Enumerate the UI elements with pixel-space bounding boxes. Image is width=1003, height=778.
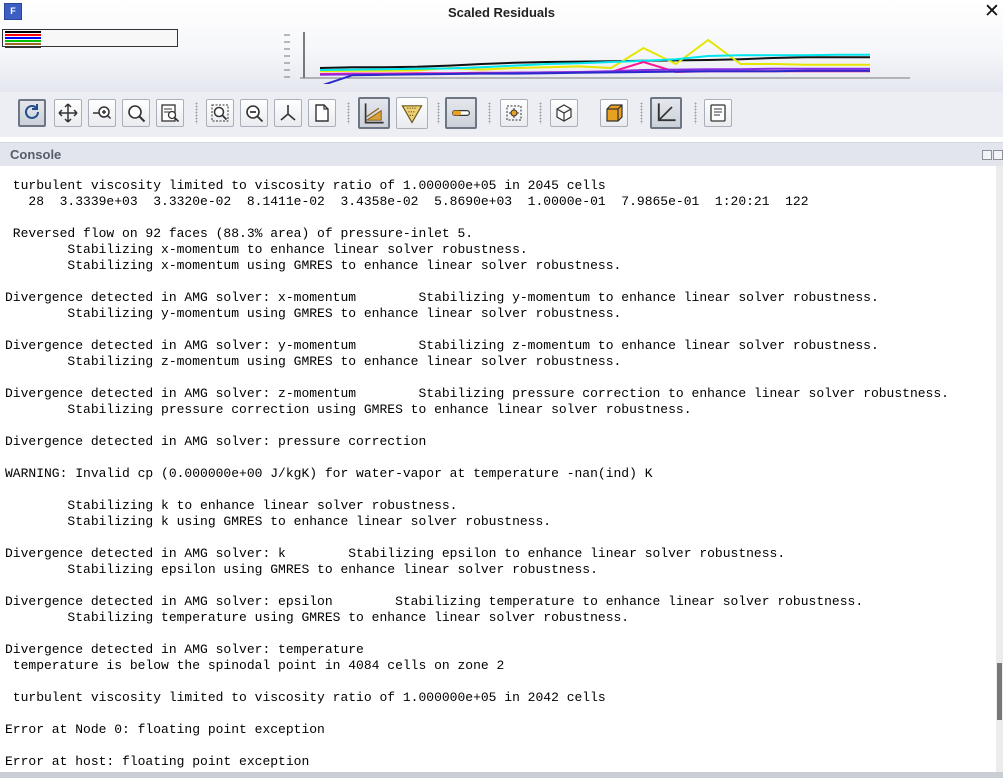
coordinate-axes-button[interactable]	[650, 97, 682, 129]
page-icon	[315, 104, 329, 122]
console-line: Divergence detected in AMG solver: tempe…	[5, 642, 364, 657]
restore-icon[interactable]	[982, 150, 992, 160]
zoom-fit-button[interactable]	[206, 99, 234, 127]
console-scrollbar[interactable]	[996, 166, 1003, 772]
zoom-in-out-icon	[93, 106, 112, 120]
console-line: Stabilizing x-momentum to enhance linear…	[5, 242, 528, 257]
zoom-icon	[128, 105, 146, 123]
residual-plot[interactable]	[280, 28, 920, 84]
graphics-toolbar	[0, 92, 1003, 137]
console-line: Stabilizing epsilon using GMRES to enhan…	[5, 562, 598, 577]
console-line: Divergence detected in AMG solver: epsil…	[5, 594, 864, 609]
console-line: Stabilizing pressure correction using GM…	[5, 402, 692, 417]
zoom-out-icon	[246, 105, 264, 123]
zoom-to-box-icon	[161, 104, 180, 123]
clip-button[interactable]	[396, 97, 428, 129]
mesh-display-button[interactable]	[358, 97, 390, 129]
cube-button[interactable]	[550, 99, 578, 127]
legend-swatch	[5, 34, 41, 36]
refresh-icon	[25, 104, 39, 119]
axes-button[interactable]	[274, 99, 302, 127]
console-line: Error at host: floating point exception	[5, 754, 310, 769]
console-header: Console	[0, 142, 1003, 167]
console-line: temperature is below the spinodal point …	[5, 658, 505, 673]
bottom-border	[0, 772, 1003, 778]
legend-swatch	[5, 37, 41, 39]
toolbar-separator	[488, 102, 491, 124]
legend-swatch	[5, 43, 41, 45]
refresh-button[interactable]	[18, 99, 46, 127]
window-title: Scaled Residuals	[448, 5, 555, 20]
legend-swatch	[5, 31, 41, 33]
report-icon	[710, 104, 726, 122]
pan-icon	[58, 103, 78, 123]
close-button[interactable]: ✕	[983, 2, 1001, 22]
legend-entries	[5, 31, 41, 48]
legend-swatch	[5, 46, 41, 48]
console-line: turbulent viscosity limited to viscosity…	[5, 690, 606, 705]
cube-icon	[556, 104, 572, 122]
console-line: Divergence detected in AMG solver: k Sta…	[5, 546, 786, 561]
console-header-controls	[981, 147, 1003, 165]
console-line: Reversed flow on 92 faces (88.3% area) o…	[5, 226, 474, 241]
coordinate-axes-icon	[657, 103, 676, 122]
view-box-icon	[606, 104, 623, 122]
console-line: Divergence detected in AMG solver: x-mom…	[5, 290, 879, 305]
page-button[interactable]	[308, 99, 336, 127]
zoom-in-out-button[interactable]	[88, 99, 116, 127]
console-line: Stabilizing k using GMRES to enhance lin…	[5, 514, 552, 529]
console-line: Stabilizing x-momentum using GMRES to en…	[5, 258, 622, 273]
console-line: Divergence detected in AMG solver: z-mom…	[5, 386, 949, 401]
toolbar-separator	[539, 102, 542, 124]
toolbar-separator	[640, 102, 643, 124]
toolbar-separator	[195, 102, 198, 124]
console-line: Error at Node 0: floating point exceptio…	[5, 722, 325, 737]
legend-swatch	[5, 40, 41, 42]
axes-icon	[280, 105, 296, 121]
toolbar-separator	[347, 102, 350, 124]
plot-series-group	[319, 38, 870, 84]
console-line: Divergence detected in AMG solver: y-mom…	[5, 338, 879, 353]
console-line: Stabilizing temperature using GMRES to e…	[5, 610, 630, 625]
render-settings-button[interactable]	[500, 99, 528, 127]
light-icon	[452, 110, 470, 116]
pan-button[interactable]	[54, 99, 82, 127]
plot-legend	[2, 29, 178, 48]
residuals-window-header: F Scaled Residuals ✕	[0, 0, 1003, 92]
zoom-to-box-button[interactable]	[156, 99, 184, 127]
zoom-fit-icon	[211, 104, 229, 122]
clip-icon	[401, 105, 423, 124]
console-line: turbulent viscosity limited to viscosity…	[5, 178, 606, 193]
report-button[interactable]	[704, 99, 732, 127]
toolbar-separator	[437, 102, 440, 124]
mesh-display-icon	[364, 103, 384, 124]
view-box-button[interactable]	[600, 99, 628, 127]
console-line: Divergence detected in AMG solver: press…	[5, 434, 427, 449]
console-title: Console	[10, 147, 62, 162]
console-line: 28 3.3339e+03 3.3320e-02 8.1411e-02 3.43…	[5, 194, 809, 209]
console-text: turbulent viscosity limited to viscosity…	[0, 166, 996, 770]
console-line: Stabilizing k to enhance linear solver r…	[5, 498, 458, 513]
render-settings-icon	[506, 105, 522, 121]
console-line: Stabilizing y-momentum using GMRES to en…	[5, 306, 622, 321]
console-output[interactable]: turbulent viscosity limited to viscosity…	[0, 166, 996, 772]
console-line: Stabilizing z-momentum using GMRES to en…	[5, 354, 622, 369]
zoom-out-button[interactable]	[240, 99, 268, 127]
maximize-icon[interactable]	[993, 150, 1003, 160]
light-button[interactable]	[445, 97, 477, 129]
toolbar-separator	[694, 102, 697, 124]
console-line: WARNING: Invalid cp (0.000000e+00 J/kgK)…	[5, 466, 653, 481]
scrollbar-thumb[interactable]	[997, 663, 1002, 720]
zoom-button[interactable]	[122, 99, 150, 127]
